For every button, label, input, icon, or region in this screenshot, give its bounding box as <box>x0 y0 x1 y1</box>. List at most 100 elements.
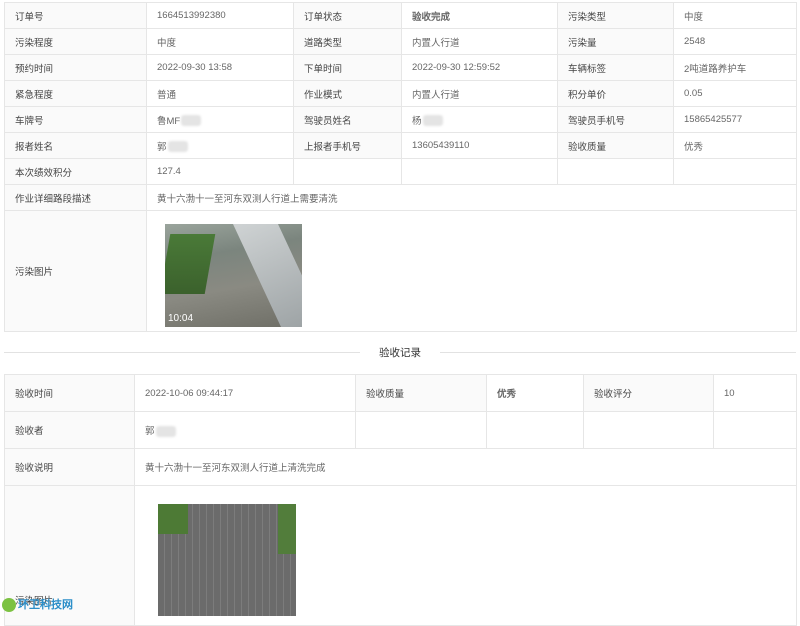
watermark-text: 环卫科技网 <box>18 599 73 611</box>
privacy-blur <box>155 425 176 437</box>
field-value: 中度 <box>146 28 294 55</box>
section-title: 验收记录 <box>360 345 440 360</box>
field-value-text: 中度 <box>684 11 704 23</box>
divider-line-right <box>440 352 796 353</box>
acceptance-quality-label: 验收质量 <box>355 374 487 412</box>
field-label: 报者姓名 <box>4 132 147 159</box>
acceptance-table: 验收时间 2022-10-06 09:44:17 验收质量 优秀 验收评分 10… <box>4 374 797 626</box>
field-value: 13605439110 <box>401 132 558 159</box>
field-label: 污染类型 <box>557 2 674 29</box>
field-value-text: 0.05 <box>684 88 703 99</box>
order-row: 污染程度 中度 道路类型 内置人行道 污染量 2548 <box>4 28 797 55</box>
field-label: 驾驶员手机号 <box>557 106 674 133</box>
field-label: 验收质量 <box>557 132 674 159</box>
field-value: 0.05 <box>673 80 797 107</box>
field-value-text: 鲁MF <box>157 115 181 127</box>
acceptance-image-row: 污染图片 <box>4 485 797 626</box>
divider-line-left <box>4 352 360 353</box>
field-label: 作业模式 <box>293 80 402 107</box>
order-row: 订单号 1664513992380 订单状态 验收完成 污染类型 中度 <box>4 2 797 29</box>
field-value-text: 内置人行道 <box>412 37 460 49</box>
field-value-text: 郭 <box>157 141 167 153</box>
section-divider: 验收记录 <box>0 345 800 360</box>
field-label: 上报者手机号 <box>293 132 402 159</box>
empty-cell <box>557 158 674 185</box>
field-value: 2022-09-30 12:59:52 <box>401 54 558 81</box>
field-label: 紧急程度 <box>4 80 147 107</box>
field-label: 订单号 <box>4 2 147 29</box>
acceptance-row: 验收时间 2022-10-06 09:44:17 验收质量 优秀 验收评分 10 <box>4 374 797 412</box>
note-label: 验收说明 <box>4 448 135 486</box>
field-label: 积分单价 <box>557 80 674 107</box>
acceptance-time-label: 验收时间 <box>4 374 135 412</box>
score-label: 本次绩效积分 <box>4 158 147 185</box>
inspector-label: 验收者 <box>4 411 135 449</box>
field-label: 预约时间 <box>4 54 147 81</box>
field-value-text: 2022-09-30 12:59:52 <box>412 62 501 73</box>
acceptance-rating-value: 10 <box>713 374 797 412</box>
site-watermark: 环卫科技网 <box>2 596 73 613</box>
field-value-text: 验收完成 <box>412 11 451 23</box>
field-value: 内置人行道 <box>401 80 558 107</box>
acceptance-row: 验收者 郭 <box>4 411 797 449</box>
acceptance-row: 验收说明 黄十六渤十一至河东双测人行道上清洗完成 <box>4 448 797 486</box>
description-label: 作业详细路段描述 <box>4 184 147 211</box>
privacy-blur <box>422 115 443 127</box>
field-value: 2548 <box>673 28 797 55</box>
order-row: 报者姓名郭 上报者手机号 13605439110 验收质量 优秀 <box>4 132 797 159</box>
field-value: 15865425577 <box>673 106 797 133</box>
acceptance-quality-value: 优秀 <box>486 374 584 412</box>
description-value: 黄十六渤十一至河东双测人行道上需要清洗 <box>146 184 797 211</box>
field-label: 道路类型 <box>293 28 402 55</box>
acceptance-photo[interactable] <box>158 504 296 616</box>
field-value: 中度 <box>673 2 797 29</box>
empty-cell <box>673 158 797 185</box>
privacy-blur <box>181 115 202 127</box>
photo-curb <box>232 224 302 327</box>
field-value: 鲁MF <box>146 106 294 133</box>
field-label: 污染程度 <box>4 28 147 55</box>
photo-grass-left <box>158 504 188 534</box>
pollution-image-label: 污染图片 <box>4 210 147 332</box>
field-value: 2022-09-30 13:58 <box>146 54 294 81</box>
field-label: 污染量 <box>557 28 674 55</box>
field-value-text: 内置人行道 <box>412 89 460 101</box>
empty-cell <box>583 411 714 449</box>
field-value: 杨 <box>401 106 558 133</box>
order-row: 紧急程度 普通 作业模式 内置人行道 积分单价 0.05 <box>4 80 797 107</box>
photo-timestamp: 10:04 <box>168 313 194 324</box>
field-value: 2吨道路养护车 <box>673 54 797 81</box>
acceptance-time-value: 2022-10-06 09:44:17 <box>134 374 356 412</box>
photo-grass <box>165 234 216 294</box>
order-row: 车牌号 鲁MF 驾驶员姓名杨 驾驶员手机号 15865425577 <box>4 106 797 133</box>
field-value: 郭 <box>146 132 294 159</box>
photo-grass-right <box>278 504 296 554</box>
field-value-text: 普通 <box>157 89 177 101</box>
field-value: 内置人行道 <box>401 28 558 55</box>
field-value-text: 13605439110 <box>412 140 470 151</box>
inspector-name: 郭 <box>145 426 155 437</box>
acceptance-rating-label: 验收评分 <box>583 374 714 412</box>
field-value-text: 杨 <box>412 115 422 127</box>
order-row: 本次绩效积分 127.4 <box>4 158 797 185</box>
field-value: 普通 <box>146 80 294 107</box>
order-image-row: 污染图片 <box>4 210 797 332</box>
inspector-value: 郭 <box>134 411 356 449</box>
privacy-blur <box>167 141 188 153</box>
field-value: 1664513992380 <box>146 2 294 29</box>
order-detail-table: 订单号 1664513992380 订单状态 验收完成 污染类型 中度 污染程度 中度 道路类型… <box>4 2 797 332</box>
empty-cell <box>293 158 402 185</box>
score-value: 127.4 <box>146 158 294 185</box>
watermark-logo-icon <box>2 598 16 613</box>
empty-cell <box>486 411 584 449</box>
field-label: 订单状态 <box>293 2 402 29</box>
field-value-text: 1664513992380 <box>157 10 226 21</box>
field-value-text: 优秀 <box>684 141 704 153</box>
field-value-text: 2548 <box>684 36 706 47</box>
field-value-text: 2吨道路养护车 <box>684 63 747 75</box>
field-value: 优秀 <box>673 132 797 159</box>
empty-cell <box>401 158 558 185</box>
field-value: 验收完成 <box>401 2 558 29</box>
pollution-photo[interactable]: 10:04 <box>165 224 302 327</box>
field-label: 驾驶员姓名 <box>293 106 402 133</box>
